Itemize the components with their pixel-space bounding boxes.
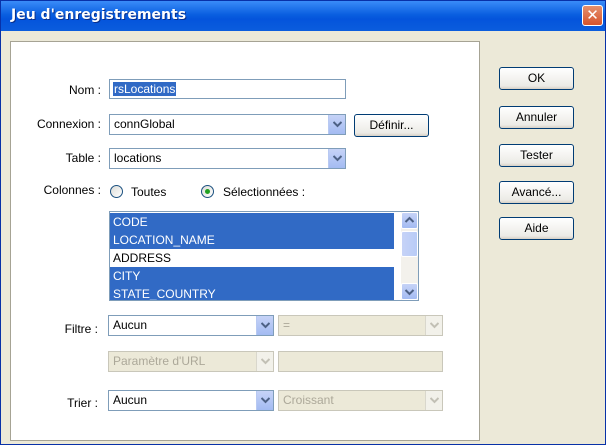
define-button[interactable]: Définir... <box>354 114 429 137</box>
chevron-up-icon <box>404 216 415 223</box>
list-item[interactable]: STATE_COUNTRY <box>110 285 394 300</box>
filter-dropdown-arrow[interactable] <box>256 316 273 335</box>
chevron-down-icon <box>261 358 270 365</box>
sort-order-arrow[interactable] <box>425 391 442 410</box>
filter-value: Aucun <box>113 318 148 332</box>
sort-order-value: Croissant <box>283 393 334 407</box>
filter-param-value-field[interactable] <box>278 351 443 372</box>
filter-param-type-arrow[interactable] <box>256 352 273 371</box>
filter-operator-arrow[interactable] <box>425 316 442 335</box>
scroll-thumb[interactable] <box>401 231 418 257</box>
table-select[interactable]: locations <box>109 148 346 169</box>
test-button[interactable]: Tester <box>499 144 574 167</box>
recordset-dialog: Jeu d'enregistrements ✕ Nom : rsLocation… <box>0 0 606 445</box>
name-field-value: rsLocations <box>113 82 177 96</box>
scroll-up-button[interactable] <box>401 212 418 229</box>
name-field[interactable]: rsLocations <box>109 79 346 99</box>
ok-button[interactable]: OK <box>499 67 574 90</box>
table-dropdown-arrow[interactable] <box>328 149 345 168</box>
filter-operator-select[interactable]: = <box>278 315 443 336</box>
table-value: locations <box>114 151 162 165</box>
chevron-down-icon <box>261 397 270 404</box>
radio-selected-label[interactable]: Sélectionnées : <box>223 185 305 199</box>
filter-label: Filtre : <box>64 322 98 336</box>
columns-listbox[interactable]: CODE LOCATION_NAME ADDRESS CITY STATE_CO… <box>109 211 419 301</box>
advanced-button[interactable]: Avancé... <box>499 181 574 204</box>
close-icon: ✕ <box>586 6 599 24</box>
list-item[interactable]: LOCATION_NAME <box>110 231 394 249</box>
radio-all[interactable] <box>110 185 123 198</box>
filter-select[interactable]: Aucun <box>108 315 274 336</box>
help-button[interactable]: Aide <box>499 217 574 240</box>
connection-value: connGlobal <box>114 117 175 131</box>
chevron-down-icon <box>430 322 439 329</box>
radio-all-label[interactable]: Toutes <box>131 185 166 199</box>
filter-param-type-value: Paramètre d'URL <box>113 354 206 368</box>
filter-param-type-select[interactable]: Paramètre d'URL <box>108 351 274 372</box>
scroll-down-button[interactable] <box>401 283 418 300</box>
connection-dropdown-arrow[interactable] <box>328 115 345 134</box>
list-item[interactable]: ADDRESS <box>110 249 394 267</box>
sort-value: Aucun <box>113 393 148 407</box>
sort-select[interactable]: Aucun <box>108 390 274 411</box>
title-bar[interactable]: Jeu d'enregistrements ✕ <box>1 1 605 31</box>
filter-operator-value: = <box>283 318 291 332</box>
chevron-down-icon <box>404 289 415 296</box>
list-item[interactable]: CODE <box>110 213 394 231</box>
columns-label: Colonnes : <box>43 183 101 197</box>
sort-dropdown-arrow[interactable] <box>256 391 273 410</box>
chevron-down-icon <box>333 155 342 162</box>
radio-selected-dot <box>205 189 210 194</box>
chevron-down-icon <box>261 322 270 329</box>
connection-select[interactable]: connGlobal <box>109 114 346 135</box>
cancel-button[interactable]: Annuler <box>499 106 574 129</box>
sort-order-select[interactable]: Croissant <box>278 390 443 411</box>
radio-selected[interactable] <box>201 185 214 198</box>
sort-label: Trier : <box>67 396 98 410</box>
chevron-down-icon <box>333 121 342 128</box>
name-label: Nom : <box>68 83 101 97</box>
chevron-down-icon <box>430 397 439 404</box>
close-button[interactable]: ✕ <box>582 5 603 26</box>
listbox-scrollbar[interactable] <box>401 212 418 300</box>
list-item[interactable]: CITY <box>110 267 394 285</box>
table-label: Table : <box>65 151 101 165</box>
connection-label: Connexion : <box>36 117 101 131</box>
window-title: Jeu d'enregistrements <box>11 7 187 23</box>
